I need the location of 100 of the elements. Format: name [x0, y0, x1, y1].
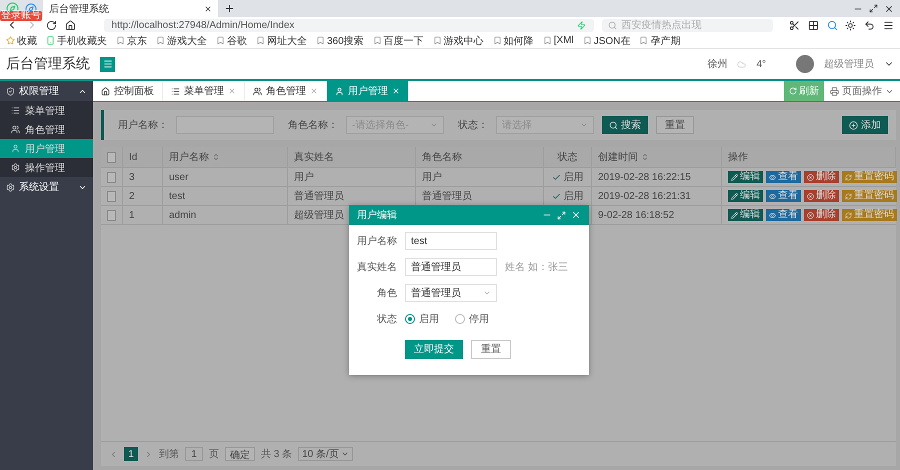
reset-button[interactable]: 重置 [471, 340, 511, 358]
x-circle-icon [807, 192, 814, 200]
page-input[interactable]: 1 [185, 447, 203, 461]
checkbox[interactable] [107, 172, 116, 182]
bookmark-icon [492, 36, 502, 45]
refresh-icon [789, 87, 797, 95]
avatar[interactable] [796, 55, 814, 73]
refresh-icon [845, 174, 852, 180]
bookmark-link[interactable]: 谷歌 [216, 34, 247, 48]
maximize-icon[interactable] [557, 210, 566, 220]
undo-icon [864, 20, 876, 30]
column-header[interactable]: 用户名称 [163, 147, 288, 167]
check-icon [552, 192, 560, 200]
field-label: 角色名称： [288, 119, 338, 132]
home-icon [64, 20, 76, 30]
menu-button[interactable] [100, 56, 115, 72]
eye-icon [769, 174, 776, 180]
table-cell: admin [163, 206, 288, 224]
bookmark-icon [432, 36, 442, 45]
radio-option[interactable]: 停用 [455, 312, 489, 326]
checkbox[interactable] [107, 210, 116, 220]
view-button[interactable]: 查看 [766, 190, 801, 202]
reset-button[interactable]: 重置 [656, 116, 694, 134]
bookmark-link[interactable]: 手机收藏夹 [46, 34, 107, 48]
close-icon [228, 87, 236, 95]
next-icon [144, 450, 153, 458]
bolt-icon [577, 20, 586, 30]
column-header: 真实姓名 [288, 147, 416, 167]
menu-icon [102, 59, 112, 69]
field-hint: 姓名 如：张三 [505, 260, 568, 274]
search-icon [826, 20, 838, 30]
login-badge: 登录账号 [0, 11, 42, 21]
sidebar-item[interactable]: 角色管理 [0, 120, 93, 139]
pencil-icon [731, 192, 738, 200]
confirm-button[interactable]: 确定 [225, 447, 255, 461]
bookmark-link[interactable]: JSON在 [582, 34, 630, 48]
checkbox[interactable] [107, 190, 116, 202]
sidebar-item[interactable]: 操作管理 [0, 158, 93, 177]
page-size-select[interactable]: 10 条/页 [298, 447, 353, 461]
select-field[interactable]: 普通管理员 [405, 284, 497, 302]
bookmark-link[interactable]: 如何降 [492, 34, 534, 48]
users-icon [11, 125, 20, 134]
page-number[interactable]: 1 [124, 447, 138, 461]
check-icon [552, 172, 560, 182]
user-icon [11, 144, 20, 153]
search-button[interactable]: 搜索 [602, 116, 648, 134]
close-icon[interactable] [571, 210, 581, 220]
user-name[interactable]: 超级管理员 [824, 57, 874, 71]
delete-button[interactable]: 删除 [804, 190, 839, 202]
edit-button[interactable]: 编辑 [728, 209, 763, 221]
input-field[interactable]: test [405, 232, 497, 250]
pencil-icon [731, 174, 738, 180]
temperature-label: 4° [756, 58, 766, 70]
input-field[interactable]: 普通管理员 [405, 258, 497, 276]
bookmark-icon [372, 36, 382, 45]
star-icon [6, 36, 15, 45]
caret-icon [580, 121, 588, 129]
edit-button[interactable]: 编辑 [728, 190, 763, 202]
grid-icon [808, 20, 818, 30]
bookmark-link[interactable]: 360搜索 [316, 34, 364, 48]
bookmark-link[interactable]: 游戏大全 [156, 34, 207, 48]
view-button[interactable]: 查看 [766, 171, 801, 183]
delete-button[interactable]: 删除 [804, 171, 839, 183]
bookmark-link[interactable]: 网址大全 [256, 34, 307, 48]
table-cell: 2019-02-28 16:22:15 [592, 168, 722, 186]
bookmark-icon [639, 36, 648, 45]
page-unit: 页 [209, 448, 219, 461]
shield-icon [6, 86, 15, 96]
bookmark-link[interactable]: 孕产期 [639, 34, 680, 48]
add-button[interactable]: 添加 [842, 116, 888, 134]
caret-icon [340, 450, 349, 458]
scissors-icon [788, 20, 800, 30]
city-label: 徐州 [707, 58, 728, 71]
pencil-icon [731, 212, 738, 218]
column-header[interactable]: 创建时间 [592, 147, 722, 167]
bookmark-link[interactable]: 游戏中心 [432, 34, 484, 48]
checkbox[interactable] [107, 152, 116, 162]
menu-icon [883, 20, 894, 30]
column-header: 状态 [544, 147, 592, 167]
radio-option[interactable]: 启用 [405, 312, 439, 326]
bookmark-link[interactable]: 收藏 [6, 34, 37, 48]
home-icon [101, 86, 110, 96]
bookmark-link[interactable]: 京东 [116, 34, 147, 48]
view-button[interactable]: 查看 [766, 209, 801, 221]
x-circle-icon [807, 174, 814, 180]
bookmark-link[interactable]: [XMl [542, 35, 574, 46]
search-icon [608, 20, 618, 30]
phone-icon [46, 36, 55, 45]
table-cell: 用户 [416, 168, 544, 186]
edit-button[interactable]: 编辑 [728, 171, 763, 183]
sun-icon [845, 20, 856, 30]
bookmark-link[interactable]: 百度一下 [372, 34, 424, 48]
sidebar-item[interactable]: 菜单管理 [0, 101, 93, 120]
page-tab[interactable]: 用户管理 [327, 81, 409, 101]
bookmark-icon [256, 36, 265, 45]
sort-icon [212, 153, 220, 161]
browser-tab[interactable]: 后台管理系统 [43, 0, 218, 17]
address-bar[interactable]: http://localhost:27948/Admin/Home/Index [104, 18, 594, 32]
delete-button[interactable]: 删除 [804, 209, 839, 221]
submit-button[interactable]: 立即提交 [405, 340, 463, 358]
